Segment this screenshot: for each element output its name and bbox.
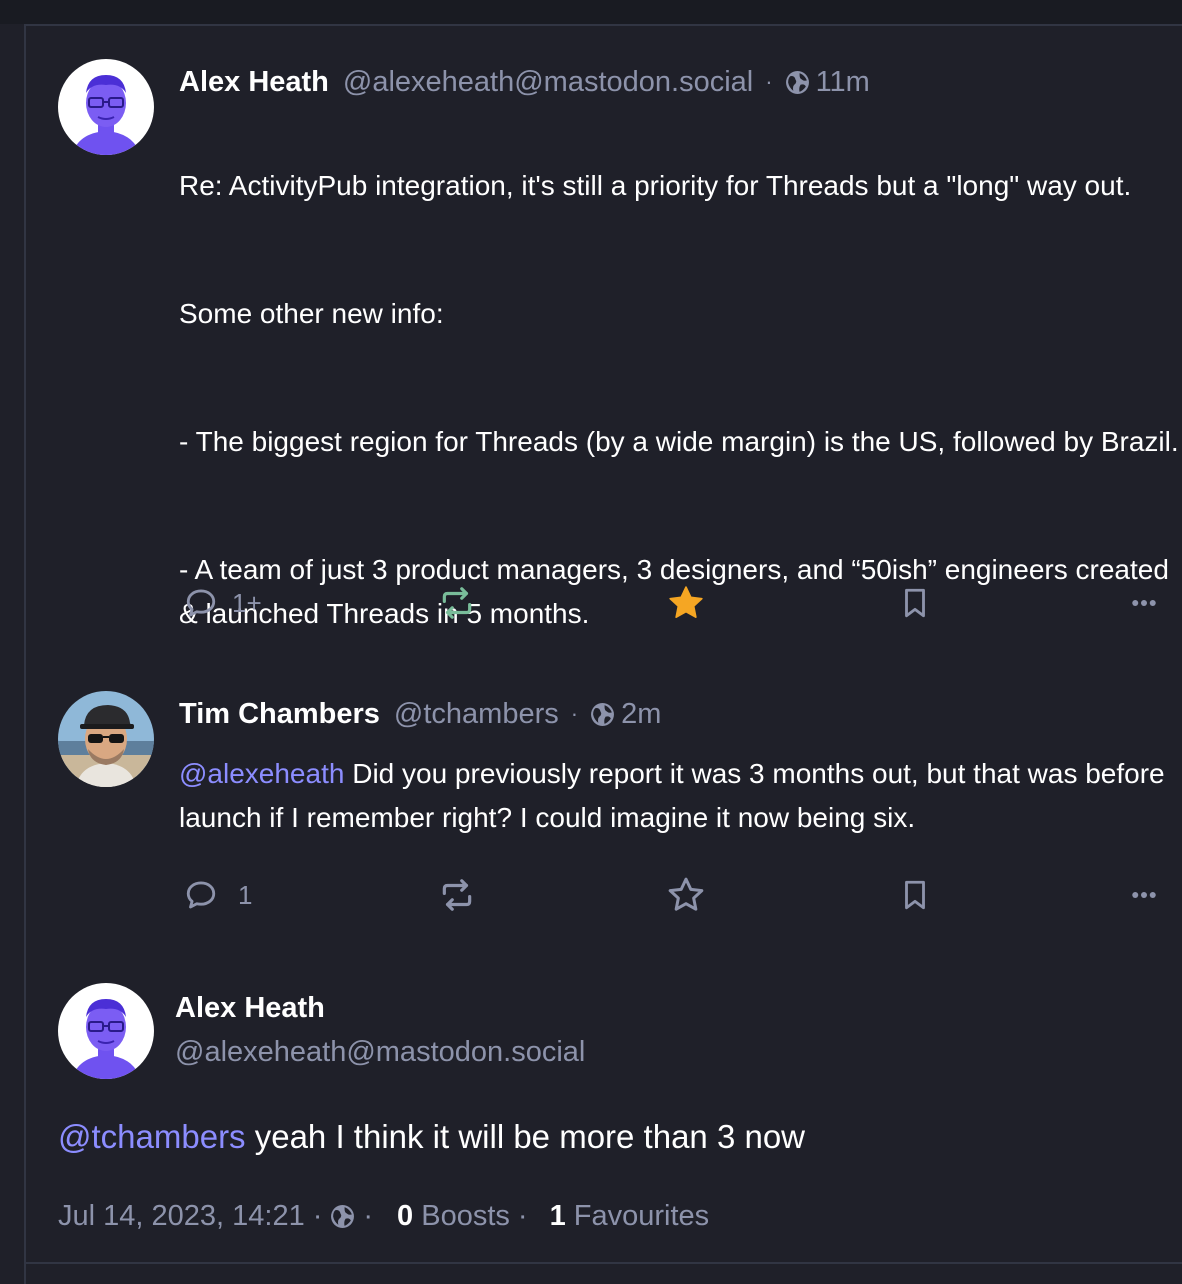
avatar-alex-heath-image: [58, 59, 154, 155]
boosts-count: 0: [397, 1199, 414, 1232]
separator-dot: ·: [517, 1199, 528, 1232]
status-content: @alexeheath Did you previously report it…: [179, 752, 1182, 840]
boosts-link[interactable]: 0 Boosts: [397, 1200, 510, 1233]
status-action-bar: 1+: [179, 583, 1179, 623]
more-button[interactable]: [1129, 583, 1159, 623]
globe-icon: [331, 1204, 355, 1228]
separator-dot: ·: [363, 1199, 374, 1232]
status-time-link[interactable]: 11m: [816, 66, 870, 99]
bookmark-icon: [905, 880, 925, 910]
boost-icon: [442, 587, 472, 619]
star-icon: [668, 877, 704, 911]
boosts-label: Boosts: [421, 1199, 510, 1232]
globe-icon: [785, 70, 809, 94]
display-name[interactable]: Tim Chambers: [179, 698, 380, 731]
avatar[interactable]: [58, 691, 154, 787]
display-name[interactable]: Alex Heath: [179, 66, 329, 99]
status-time-link[interactable]: 2m: [621, 698, 661, 731]
favourites-link[interactable]: 1 Favourites: [550, 1200, 710, 1233]
bookmark-button[interactable]: [898, 583, 932, 623]
account-handle[interactable]: @alexeheath@mastodon.social: [343, 66, 753, 99]
more-icon: [1132, 892, 1156, 898]
separator-dot: ·: [570, 701, 579, 726]
reply-button[interactable]: 1: [184, 875, 252, 915]
avatar-tim-chambers-image: [58, 691, 154, 787]
favourite-button[interactable]: [666, 583, 706, 623]
mention-link[interactable]: @alexeheath: [179, 758, 344, 789]
avatar[interactable]: [58, 983, 154, 1079]
content-paragraph: - The biggest region for Threads (by a w…: [179, 426, 1179, 457]
thread-bottom-border: [24, 1262, 1182, 1264]
thread-top-border: [24, 24, 1182, 26]
display-name[interactable]: Alex Heath: [175, 992, 325, 1025]
boost-button[interactable]: [438, 875, 476, 915]
account-handle[interactable]: @tchambers: [394, 698, 559, 731]
status-meta: Jul 14, 2023, 14:21 · · 0 Boosts · 1 Fav…: [58, 1196, 709, 1236]
account-handle[interactable]: @alexeheath@mastodon.social: [175, 1036, 585, 1069]
globe-icon: [591, 702, 615, 726]
status-header: Alex Heath @alexeheath@mastodon.social ·…: [179, 62, 870, 102]
column-border: [24, 24, 26, 1284]
status-header: Tim Chambers @tchambers · 2m: [179, 694, 661, 734]
bookmark-icon: [905, 588, 925, 618]
content-text: yeah I think it will be more than 3 now: [245, 1118, 806, 1155]
content-paragraph: Re: ActivityPub integration, it's still …: [179, 170, 1132, 201]
status-timestamp-link[interactable]: Jul 14, 2023, 14:21: [58, 1200, 305, 1233]
avatar-alex-heath-image: [58, 983, 154, 1079]
reply-icon: [186, 589, 216, 617]
boost-icon: [442, 879, 472, 911]
reply-count: 1: [238, 879, 253, 910]
content-paragraph: Some other new info:: [179, 298, 444, 329]
top-strip: [0, 0, 1182, 24]
star-icon: [669, 586, 703, 618]
favourites-count: 1: [549, 1199, 566, 1232]
reply-count: 1+: [232, 587, 262, 618]
reply-button[interactable]: 1+: [184, 583, 262, 623]
favourite-button[interactable]: [666, 875, 706, 915]
status-action-bar: 1: [179, 875, 1179, 915]
reply-icon: [186, 881, 216, 909]
more-button[interactable]: [1129, 875, 1159, 915]
bookmark-button[interactable]: [898, 875, 932, 915]
separator-dot: ·: [312, 1199, 323, 1232]
separator-dot: ·: [765, 69, 773, 94]
more-icon: [1132, 600, 1156, 606]
boost-button[interactable]: [438, 583, 476, 623]
favourites-label: Favourites: [573, 1199, 710, 1232]
avatar[interactable]: [58, 59, 154, 155]
status-content: @tchambers yeah I think it will be more …: [58, 1118, 805, 1156]
mention-link[interactable]: @tchambers: [58, 1118, 246, 1155]
